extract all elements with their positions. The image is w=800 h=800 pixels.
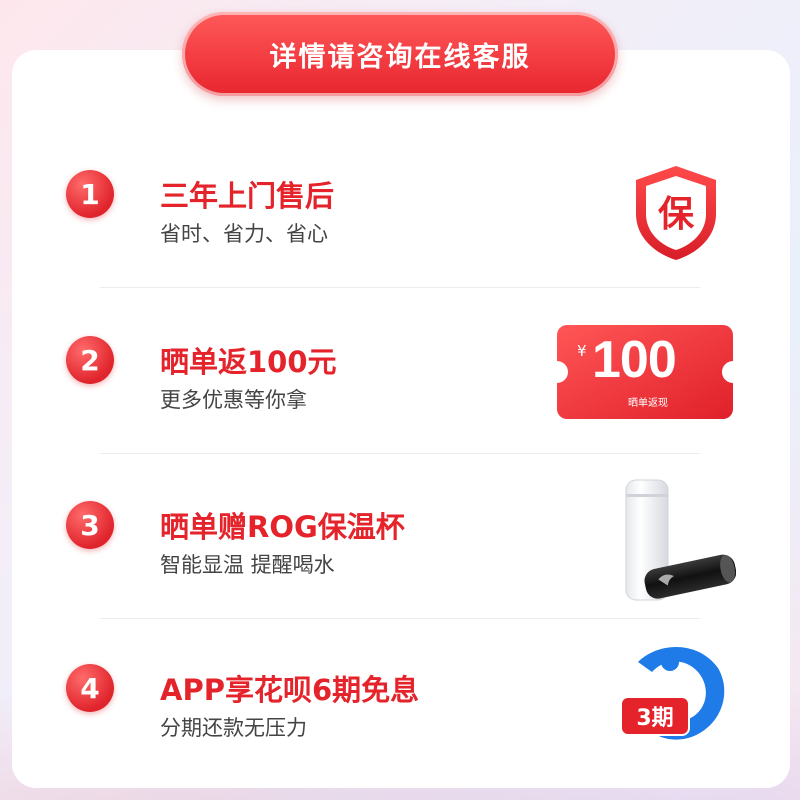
- shield-text: 保: [658, 194, 695, 235]
- customer-service-banner[interactable]: 详情请咨询在线客服: [182, 12, 618, 96]
- divider: [100, 618, 700, 619]
- divider: [100, 287, 700, 288]
- item-number-2: 2: [66, 336, 114, 384]
- divider: [100, 453, 700, 454]
- item-subtitle-3: 智能显温 提醒喝水: [160, 553, 335, 577]
- item-title-2: 晒单返100元: [160, 345, 337, 379]
- coupon-note: 晒单返现: [628, 398, 668, 409]
- banner-text: 详情请咨询在线客服: [269, 41, 531, 73]
- coupon-currency: ¥: [577, 342, 587, 360]
- item-number-4: 4: [66, 664, 114, 712]
- item-title-1: 三年上门售后: [160, 179, 335, 213]
- installment-badge: 3期: [620, 696, 690, 736]
- item-subtitle-2: 更多优惠等你拿: [160, 388, 307, 412]
- item-subtitle-1: 省时、省力、省心: [160, 222, 328, 246]
- item-subtitle-4: 分期还款无压力: [160, 716, 307, 740]
- item-number-3: 3: [66, 501, 114, 549]
- coupon-value: 100: [592, 331, 677, 389]
- thermos-cup-image: [618, 476, 737, 604]
- item-title-4: APP享花呗6期免息: [160, 673, 420, 707]
- item-number-1: 1: [66, 170, 114, 218]
- item-title-3: 晒单赠ROG保温杯: [160, 510, 405, 544]
- shield-icon: 保: [632, 162, 720, 262]
